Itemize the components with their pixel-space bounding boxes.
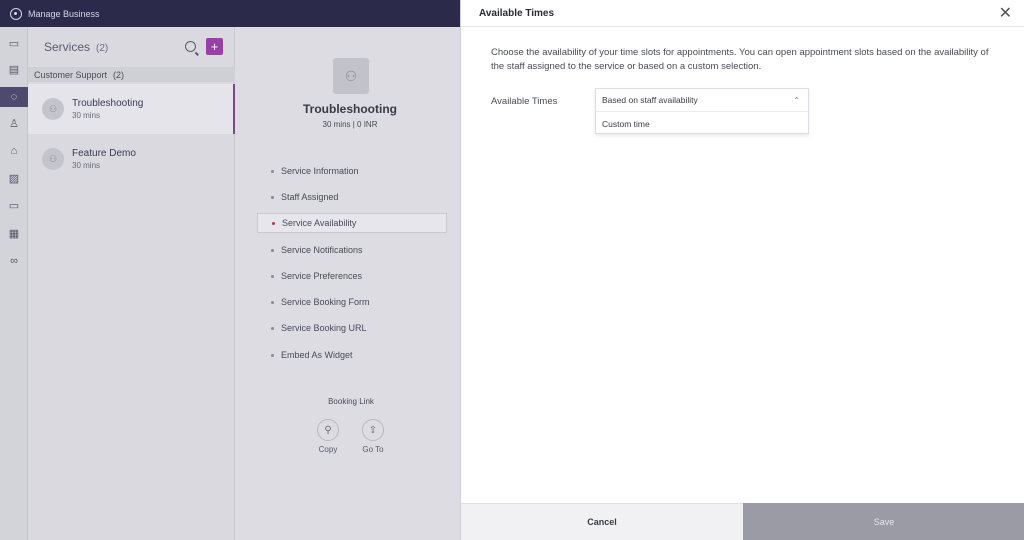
services-icon[interactable]: ◌ — [0, 87, 28, 107]
bullet-icon — [271, 326, 274, 330]
gallery-icon[interactable]: ▨ — [6, 170, 22, 186]
add-service-button[interactable]: + — [206, 38, 223, 55]
services-count: (2) — [96, 43, 109, 54]
menu-service-notifications[interactable]: Service Notifications — [257, 240, 447, 260]
group-count: (2) — [113, 69, 125, 80]
services-title: Services — [44, 40, 91, 54]
go-to-label[interactable]: Go To — [353, 445, 393, 454]
bullet-icon — [271, 274, 274, 278]
bullet-icon — [272, 221, 275, 225]
save-button[interactable]: Save — [743, 503, 1024, 540]
available-times-dropdown[interactable]: Based on staff availability Custom time … — [595, 88, 809, 134]
copy-label[interactable]: Copy — [308, 445, 348, 454]
integrations-icon[interactable]: ∞ — [6, 253, 22, 269]
bullet-icon — [271, 195, 274, 199]
search-icon[interactable] — [185, 41, 196, 52]
bullet-icon — [271, 248, 274, 252]
payments-icon[interactable]: ▭ — [6, 197, 22, 213]
service-group-header[interactable]: Customer Support (2) — [28, 67, 235, 82]
service-image-icon: ⚇ — [333, 58, 369, 94]
panel-description: Choose the availability of your time slo… — [491, 47, 989, 72]
menu-label: Embed As Widget — [281, 350, 353, 360]
bullet-icon — [271, 300, 274, 304]
calendar-list-icon[interactable]: ▤ — [6, 61, 22, 77]
panel-title: Available Times — [461, 0, 1024, 27]
service-title: Troubleshooting — [303, 102, 397, 116]
service-name: Feature Demo — [72, 148, 136, 159]
service-avatar-icon: ⚇ — [42, 98, 64, 120]
cancel-button[interactable]: Cancel — [461, 503, 743, 540]
chevron-up-icon[interactable]: ⌃ — [793, 96, 800, 105]
bullet-icon — [271, 353, 274, 357]
available-times-label: Available Times — [491, 96, 558, 107]
service-duration: 30 mins — [72, 111, 101, 120]
service-avatar-icon: ⚇ — [42, 148, 64, 170]
share-icon[interactable]: ⇪ — [362, 419, 384, 441]
inbox-icon[interactable]: ▭ — [6, 35, 22, 51]
services-header: Services (2) — [44, 40, 108, 54]
menu-service-booking-url[interactable]: Service Booking URL — [257, 318, 447, 338]
menu-service-booking-form[interactable]: Service Booking Form — [257, 292, 447, 312]
menu-label: Service Booking URL — [281, 323, 367, 333]
service-duration: 30 mins — [72, 161, 101, 170]
panel-footer: Cancel Save — [461, 503, 1024, 540]
menu-label: Service Preferences — [281, 271, 363, 281]
menu-service-information[interactable]: Service Information — [257, 161, 447, 181]
service-item-feature-demo[interactable]: ⚇ Feature Demo 30 mins — [28, 134, 235, 184]
link-icon[interactable]: ⚲ — [317, 419, 339, 441]
service-meta: 30 mins | 0 INR — [322, 120, 378, 129]
menu-label: Service Notifications — [281, 245, 363, 255]
dropdown-option-custom[interactable]: Custom time — [596, 112, 808, 135]
menu-label: Service Booking Form — [281, 297, 370, 307]
close-icon[interactable]: ✕ — [999, 6, 1012, 22]
menu-embed-as-widget[interactable]: Embed As Widget — [257, 345, 447, 365]
menu-label: Staff Assigned — [281, 192, 339, 202]
service-name: Troubleshooting — [72, 98, 144, 109]
menu-staff-assigned[interactable]: Staff Assigned — [257, 187, 447, 207]
gear-icon[interactable] — [10, 7, 22, 20]
menu-label: Service Information — [281, 166, 359, 176]
top-bar: Manage Business — [0, 0, 460, 27]
workspace-icon[interactable]: ⌂ — [6, 143, 22, 159]
icon-rail: ▭ ▤ ◌ ♙ ⌂ ▨ ▭ ▦ ∞ — [0, 27, 28, 540]
schedule-icon[interactable]: ▦ — [6, 225, 22, 241]
staff-icon[interactable]: ♙ — [6, 115, 22, 131]
group-name: Customer Support — [34, 69, 108, 80]
bullet-icon — [271, 169, 274, 173]
app-title: Manage Business — [28, 8, 100, 19]
available-times-panel: Available Times ✕ Choose the availabilit… — [460, 0, 1024, 540]
menu-service-preferences[interactable]: Service Preferences — [257, 266, 447, 286]
service-detail-panel: ⚇ Troubleshooting 30 mins | 0 INR Servic… — [235, 27, 460, 540]
services-panel: Services (2) + Customer Support (2) ⚇ Tr… — [28, 27, 235, 540]
dropdown-option-staff[interactable]: Based on staff availability — [596, 89, 808, 112]
booking-link-title: Booking Link — [328, 397, 374, 406]
menu-service-availability[interactable]: Service Availability — [257, 213, 447, 233]
menu-label: Service Availability — [282, 218, 357, 228]
service-item-troubleshooting[interactable]: ⚇ Troubleshooting 30 mins — [28, 84, 235, 134]
